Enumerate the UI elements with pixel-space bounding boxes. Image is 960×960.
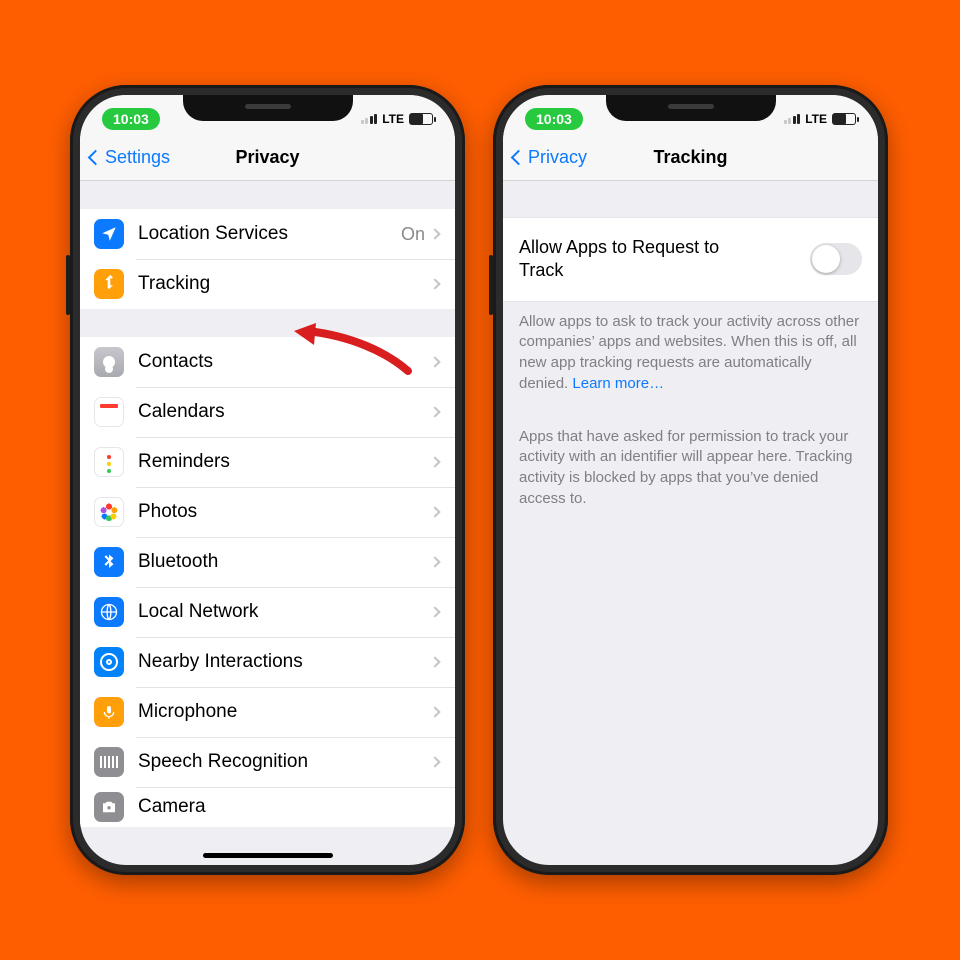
chevron-right-icon (429, 456, 440, 467)
chevron-right-icon (429, 506, 440, 517)
row-label: Location Services (138, 223, 401, 245)
calendars-icon (94, 397, 124, 427)
network-label: LTE (382, 112, 404, 126)
chevron-right-icon (429, 228, 440, 239)
privacy-list[interactable]: Location Services On Tracking Contacts C… (80, 181, 455, 827)
cellular-signal-icon (361, 114, 378, 124)
screen-privacy: 10:03 LTE Settings Privacy (80, 95, 455, 865)
chevron-right-icon (429, 656, 440, 667)
reminders-icon (94, 447, 124, 477)
phone-tracking: 10:03 LTE Privacy Tracking Allow Apps to… (493, 85, 888, 875)
notch (183, 95, 353, 121)
nearby-icon (94, 647, 124, 677)
row-reminders[interactable]: Reminders (80, 437, 455, 487)
chevron-right-icon (429, 278, 440, 289)
chevron-right-icon (429, 356, 440, 367)
navbar-tracking: Privacy Tracking (503, 135, 878, 181)
row-detail: On (401, 224, 425, 245)
row-label: Nearby Interactions (138, 651, 431, 673)
allow-tracking-toggle[interactable] (810, 243, 862, 275)
navbar-privacy: Settings Privacy (80, 135, 455, 181)
row-label: Tracking (138, 273, 431, 295)
network-label: LTE (805, 112, 827, 126)
row-bluetooth[interactable]: Bluetooth (80, 537, 455, 587)
row-label: Local Network (138, 601, 431, 623)
tracking-description: Allow apps to ask to track your activity… (503, 302, 878, 395)
row-microphone[interactable]: Microphone (80, 687, 455, 737)
row-nearby-interactions[interactable]: Nearby Interactions (80, 637, 455, 687)
row-speech-recognition[interactable]: Speech Recognition (80, 737, 455, 787)
location-icon (94, 219, 124, 249)
row-camera[interactable]: Camera (80, 787, 455, 827)
row-label: Microphone (138, 701, 431, 723)
chevron-left-icon (88, 150, 104, 166)
page-title: Privacy (235, 147, 299, 168)
home-indicator[interactable] (203, 853, 333, 858)
row-contacts[interactable]: Contacts (80, 337, 455, 387)
row-tracking[interactable]: Tracking (80, 259, 455, 309)
camera-icon (94, 792, 124, 822)
row-photos[interactable]: Photos (80, 487, 455, 537)
chevron-right-icon (429, 406, 440, 417)
notch (606, 95, 776, 121)
row-label: Contacts (138, 351, 431, 373)
tracking-apps-footer: Apps that have asked for permission to t… (503, 417, 878, 510)
chevron-right-icon (429, 706, 440, 717)
tracking-icon (94, 269, 124, 299)
back-label: Privacy (528, 147, 587, 168)
screen-tracking: 10:03 LTE Privacy Tracking Allow Apps to… (503, 95, 878, 865)
bluetooth-icon (94, 547, 124, 577)
chevron-left-icon (511, 150, 527, 166)
back-button[interactable]: Privacy (513, 135, 587, 180)
back-label: Settings (105, 147, 170, 168)
page-title: Tracking (653, 147, 727, 168)
battery-icon (832, 113, 856, 125)
chevron-right-icon (429, 556, 440, 567)
back-button[interactable]: Settings (90, 135, 170, 180)
row-local-network[interactable]: Local Network (80, 587, 455, 637)
microphone-icon (94, 697, 124, 727)
row-location-services[interactable]: Location Services On (80, 209, 455, 259)
row-label: Camera (138, 796, 439, 818)
contacts-icon (94, 347, 124, 377)
cellular-signal-icon (784, 114, 801, 124)
row-label: Speech Recognition (138, 751, 431, 773)
row-label: Reminders (138, 451, 431, 473)
row-label: Calendars (138, 401, 431, 423)
battery-icon (409, 113, 433, 125)
chevron-right-icon (429, 756, 440, 767)
row-calendars[interactable]: Calendars (80, 387, 455, 437)
status-time: 10:03 (102, 108, 160, 130)
speech-icon (94, 747, 124, 777)
toggle-label: Allow Apps to Request to Track (519, 236, 739, 283)
row-label: Photos (138, 501, 431, 523)
learn-more-link[interactable]: Learn more… (572, 375, 664, 392)
phone-privacy: 10:03 LTE Settings Privacy (70, 85, 465, 875)
row-allow-tracking[interactable]: Allow Apps to Request to Track (503, 217, 878, 302)
chevron-right-icon (429, 606, 440, 617)
tracking-content: Allow Apps to Request to Track Allow app… (503, 181, 878, 509)
row-label: Bluetooth (138, 551, 431, 573)
status-time: 10:03 (525, 108, 583, 130)
photos-icon (94, 497, 124, 527)
local-network-icon (94, 597, 124, 627)
